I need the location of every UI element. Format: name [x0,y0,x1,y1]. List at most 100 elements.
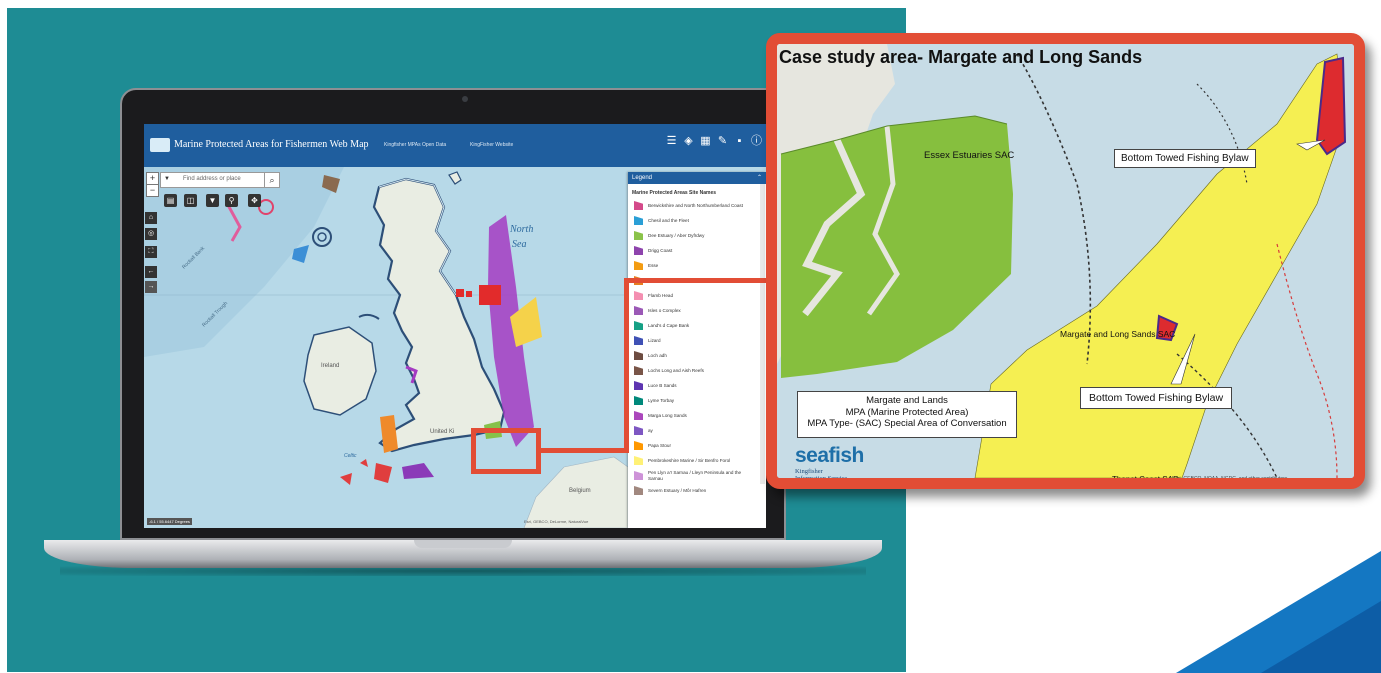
legend-item: ay [628,423,766,438]
bylaw-bottom-label: Bottom Towed Fishing Bylaw [1080,387,1233,409]
info-icon[interactable]: ⓘ [751,136,762,147]
back-arrow-icon[interactable]: ← [145,266,157,278]
legend-swatch [634,306,643,315]
study-area-highlight [471,428,541,474]
app-title: Marine Protected Areas for Fishermen Web… [174,139,369,150]
legend-label: Dee Estuary / Aber Dyfrdwy [648,232,705,238]
coordinate-readout: -6.1 / 55.6447 Degrees [147,518,192,525]
legend-label: Lizard [648,337,661,343]
legend-swatch [634,426,643,435]
legend-item: Land's d Cape Bank [628,318,766,333]
case-study-callout: Case study area- Margate and Long Sands … [766,33,1365,489]
legend-label: Pen Llyn a'r Sarnau / Lleyn Peninsula an… [648,470,742,481]
map-label-celtic: Celtic [344,453,357,459]
open-data-link[interactable]: Kingfisher MPAs Open Data [384,142,446,148]
laptop-screen: Marine Protected Areas for Fishermen Web… [144,124,766,528]
basemap-icon[interactable]: ▦ [700,136,711,147]
legend-label: Lochs Long and Aish Reefs [648,367,704,373]
map-label-ireland: Ireland [321,363,339,369]
print-icon[interactable]: ▤ [164,194,177,207]
search-dropdown-icon[interactable]: ▼ [164,176,170,182]
forward-arrow-icon[interactable]: → [145,281,157,293]
legend-label: Severn Estuary / Môr Hafren [648,487,707,493]
legend-swatch [634,381,643,390]
legend-panel: Legend ⌃ Marine Protected Areas Site Nam… [628,172,766,528]
mpa-info-line1: Margate and Lands [866,395,948,406]
legend-header: Legend ⌃ [628,172,766,184]
legend-scrollbar[interactable] [760,184,765,484]
legend-label: Papa Stour [648,442,671,448]
mpa-info-box: Margate and Lands MPA (Marine Protected … [797,391,1017,438]
legend-label: Luce B Sands [648,382,677,388]
connector-line-top [624,278,768,283]
fullscreen-icon[interactable]: ⛶ [145,246,157,258]
legend-swatch [634,456,643,465]
legend-icon[interactable]: ☰ [666,136,677,147]
mpa-info-line3: MPA Type- (SAC) Special Area of Conversa… [807,418,1007,429]
query-icon[interactable]: ⚲ [225,194,238,207]
legend-item: Lizard [628,333,766,348]
select-icon[interactable]: ✥ [248,194,261,207]
legend-swatch [634,471,643,480]
corner-accent-shape [1176,551,1381,673]
legend-label: ay [648,427,653,433]
legend-item: Esse [628,258,766,273]
legend-title: Legend [632,175,653,181]
measure-icon[interactable]: ✎ [717,136,728,147]
website-link[interactable]: KingFisher Website [470,142,513,148]
legend-label: Pembrokeshire Marine / Sir Benfro Forol [648,457,731,463]
callout-attribution: Esri, GEBCO, NOAA, NGDC, and other contr… [1172,476,1288,482]
map-label-uk: United Ki [430,429,454,435]
legend-item: Flamb Head [628,288,766,303]
seafish-logo: seafish Kingfisher Information Service [795,444,864,482]
legend-swatch [634,441,643,450]
laptop-camera [462,96,468,102]
legend-swatch [634,411,643,420]
legend-label: Marga Long Sands [648,412,687,418]
laptop-notch [414,540,512,548]
home-icon[interactable]: ⌂ [145,212,157,224]
legend-label: Chesil and the Fleet [648,217,689,223]
legend-swatch [634,396,643,405]
map-label-belgium: Belgium [569,488,591,494]
legend-item: Severn Estuary / Môr Hafren [628,483,766,498]
search-icon[interactable]: ⌕ [264,173,279,187]
legend-label: Land's d Cape Bank [648,322,690,328]
legend-item: Isles o Complex [628,303,766,318]
apps-icon[interactable]: ▪ [734,136,745,147]
legend-item: Dee Estuary / Aber Dyfrdwy [628,228,766,243]
locate-icon[interactable]: ◎ [145,228,157,240]
legend-item: Luce B Sands [628,378,766,393]
legend-list: Berwickshire and North Northumberland Co… [628,198,766,498]
seafish-sub2: Information Service [795,475,848,482]
collapse-icon[interactable]: ⌃ [757,172,762,184]
legend-item: Marga Long Sands [628,408,766,423]
legend-label: Drigg Coast [648,247,673,253]
legend-swatch [634,246,643,255]
legend-item: Loch adh [628,348,766,363]
mpa-info-line2: MPA (Marine Protected Area) [845,406,969,418]
layers-icon[interactable]: ◈ [683,136,694,147]
bylaw-top-label: Bottom Towed Fishing Bylaw [1114,149,1256,168]
legend-swatch [634,351,643,360]
legend-swatch [634,231,643,240]
legend-label: Flamb Head [648,292,674,298]
search-placeholder: Find address or place [183,176,241,182]
essex-estuaries-label: Essex Estuaries SAC [924,150,1015,161]
connector-line [541,448,629,453]
legend-swatch [634,291,643,300]
address-search-input[interactable]: ▼ Find address or place ⌕ [160,172,280,188]
legend-swatch [634,321,643,330]
legend-swatch [634,486,643,495]
legend-label: Isles o Complex [648,307,681,313]
seafish-sub1: Kingfisher [795,468,823,475]
filter-icon[interactable]: ▼ [206,194,219,207]
app-logo [150,138,170,152]
legend-swatch [634,201,643,210]
zoom-out-button[interactable]: − [146,184,159,197]
case-study-title: Case study area- Margate and Long Sands [779,47,1143,67]
share-icon[interactable]: ◫ [184,194,197,207]
legend-label: Loch adh [648,352,667,358]
map-label-north: North [509,224,533,235]
app-header: Marine Protected Areas for Fishermen Web… [144,124,766,167]
